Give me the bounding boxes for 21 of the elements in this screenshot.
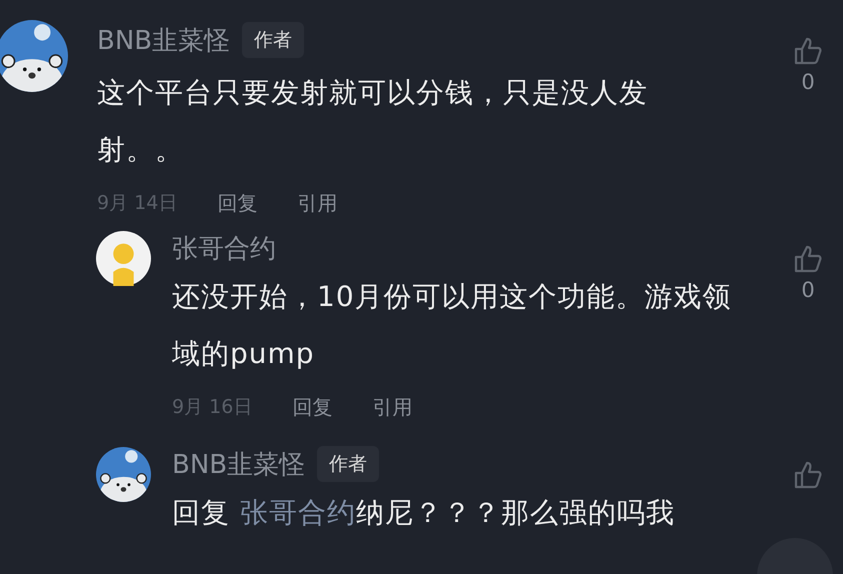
mention-link[interactable]: 张哥合约 [240, 496, 356, 529]
like-count: 0 [801, 278, 815, 302]
user-avatar [96, 231, 151, 286]
author-name[interactable]: 张哥合约 [172, 230, 276, 266]
comment-action-link[interactable]: 回复 [217, 190, 258, 216]
comment-text: 这个平台只要发射就可以分钱，只是没人发射。。 [97, 75, 649, 168]
author-tag: 作者 [317, 446, 380, 482]
comment-date: 9月 14日 [97, 191, 178, 216]
thumbs-up-icon[interactable] [793, 244, 823, 274]
author-name[interactable]: BNB韭菜怪 [172, 446, 306, 482]
comment-action-link[interactable]: 引用 [297, 190, 338, 216]
thumbs-up-icon[interactable] [793, 460, 823, 490]
thumbs-up-icon[interactable] [793, 36, 823, 66]
comment-action-link[interactable]: 引用 [372, 394, 412, 420]
like-count: 0 [801, 70, 815, 94]
comment-text: 回复 张哥合约纳尼？？？那么强的吗我 [172, 495, 676, 531]
comment-text: 还没开始，10月份可以用这个功能。游戏领域的pump [172, 279, 733, 372]
author-name[interactable]: BNB韭菜怪 [97, 22, 230, 58]
comment-date: 9月 16日 [172, 395, 252, 420]
comment-action-link[interactable]: 回复 [292, 394, 332, 420]
author-tag: 作者 [242, 22, 304, 58]
